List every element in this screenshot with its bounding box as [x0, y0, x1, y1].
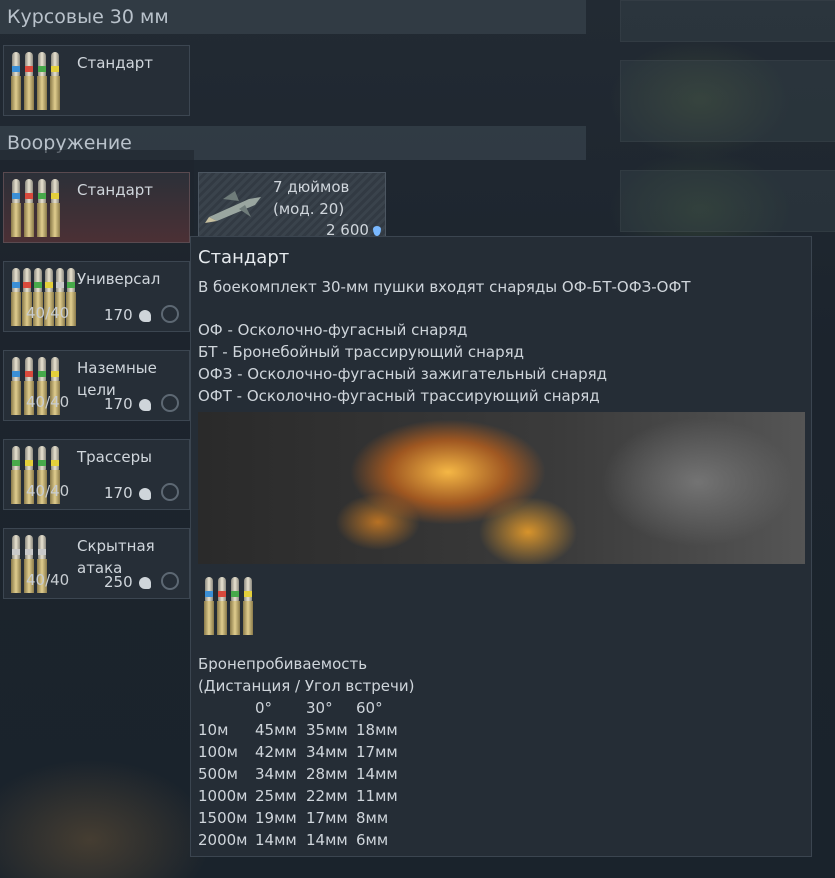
- rocket-name-line1: 7 дюймов: [273, 178, 350, 196]
- ammo-price: 170: [104, 395, 133, 413]
- penetration-value: 14мм: [356, 765, 398, 783]
- penetration-value: 22мм: [306, 787, 348, 805]
- armament-item[interactable]: Стандарт: [3, 172, 190, 243]
- ammo-price: 170: [104, 306, 133, 324]
- bullet-icon: [50, 52, 60, 110]
- penetration-value: 14мм: [255, 831, 297, 849]
- rocket-item[interactable]: 7 дюймов (мод. 20) 2 600: [198, 172, 386, 239]
- silver-lion-icon: [139, 577, 151, 589]
- penetration-angle-header: 60°: [356, 699, 383, 717]
- penetration-value: 35мм: [306, 721, 348, 739]
- penetration-title: Бронепробиваемость: [198, 655, 368, 673]
- tooltip-legend-line: ОФЗ - Осколочно-фугасный зажигательный с…: [198, 365, 608, 383]
- ammo-count: 40/40: [26, 304, 70, 322]
- penetration-value: 17мм: [356, 743, 398, 761]
- penetration-value: 18мм: [356, 721, 398, 739]
- bullet-belt-icon: [11, 52, 60, 110]
- background-card: [620, 60, 835, 142]
- bullet-icon: [11, 357, 21, 415]
- section-header-courses: Курсовые 30 мм: [0, 0, 586, 34]
- bullet-icon: [24, 179, 34, 237]
- select-radio[interactable]: [161, 483, 179, 501]
- ammo-price: 250: [104, 573, 133, 591]
- bullet-icon: [37, 52, 47, 110]
- bullet-icon: [11, 179, 21, 237]
- penetration-angle-header: 30°: [306, 699, 333, 717]
- bullet-icon: [11, 446, 21, 504]
- armament-item[interactable]: Трассеры 40/40 170: [3, 439, 190, 510]
- bullet-icon: [11, 535, 21, 593]
- penetration-angle-header: 0°: [255, 699, 273, 717]
- bullet-icon: [24, 52, 34, 110]
- penetration-value: 34мм: [306, 743, 348, 761]
- penetration-value: 25мм: [255, 787, 297, 805]
- select-radio[interactable]: [161, 394, 179, 412]
- ammo-count: 40/40: [26, 393, 70, 411]
- penetration-value: 14мм: [306, 831, 348, 849]
- penetration-subtitle: (Дистанция / Угол встречи): [198, 677, 415, 695]
- armament-item[interactable]: Универсал 40/40 170: [3, 261, 190, 332]
- tooltip-description: В боекомплект 30-мм пушки входят снаряды…: [198, 278, 691, 296]
- background-card: [620, 170, 835, 232]
- bullet-icon: [37, 179, 47, 237]
- ammo-count: 40/40: [26, 571, 70, 589]
- penetration-distance: 100м: [198, 743, 238, 761]
- penetration-value: 17мм: [306, 809, 348, 827]
- golden-eagle-icon: [373, 226, 381, 236]
- ammo-preview-image: [198, 412, 805, 564]
- penetration-distance: 10м: [198, 721, 229, 739]
- bullet-icon: [204, 577, 214, 635]
- penetration-value: 11мм: [356, 787, 398, 805]
- tooltip-title: Стандарт: [198, 247, 290, 268]
- ammo-tooltip: Стандарт В боекомплект 30-мм пушки входя…: [190, 236, 812, 857]
- item-name: Стандарт: [77, 54, 154, 72]
- tooltip-legend-line: БТ - Бронебойный трассирующий снаряд: [198, 343, 525, 361]
- penetration-distance: 500м: [198, 765, 238, 783]
- penetration-distance: 2000м: [198, 831, 248, 849]
- tooltip-legend-line: ОФ - Осколочно-фугасный снаряд: [198, 321, 468, 339]
- bullet-belt-icon: [11, 179, 60, 237]
- background-card: [620, 0, 835, 42]
- bullet-icon: [230, 577, 240, 635]
- bullet-belt-icon: [204, 577, 253, 639]
- penetration-distance: 1500м: [198, 809, 248, 827]
- armament-item[interactable]: Наземные цели 40/40 170: [3, 350, 190, 421]
- penetration-value: 42мм: [255, 743, 297, 761]
- bullet-icon: [243, 577, 253, 635]
- ammo-price: 170: [104, 484, 133, 502]
- item-name: Стандарт: [77, 181, 154, 199]
- select-radio[interactable]: [161, 572, 179, 590]
- course-item-standard[interactable]: Стандарт: [3, 45, 190, 116]
- penetration-value: 28мм: [306, 765, 348, 783]
- silver-lion-icon: [139, 399, 151, 411]
- item-name: Трассеры: [77, 448, 152, 466]
- penetration-value: 45мм: [255, 721, 297, 739]
- tooltip-legend-line: ОФТ - Осколочно-фугасный трассирующий сн…: [198, 387, 600, 405]
- rocket-icon: [205, 191, 261, 223]
- bullet-icon: [11, 52, 21, 110]
- silver-lion-icon: [139, 488, 151, 500]
- penetration-value: 19мм: [255, 809, 297, 827]
- penetration-value: 34мм: [255, 765, 297, 783]
- bullet-icon: [217, 577, 227, 635]
- penetration-value: 8мм: [356, 809, 389, 827]
- rocket-name-line2: (мод. 20): [273, 200, 345, 218]
- ammo-count: 40/40: [26, 482, 70, 500]
- item-name: Универсал: [77, 270, 161, 288]
- silver-lion-icon: [139, 310, 151, 322]
- bullet-icon: [11, 268, 21, 326]
- armament-item[interactable]: Скрытная атака 40/40 250: [3, 528, 190, 599]
- bullet-icon: [50, 179, 60, 237]
- penetration-value: 6мм: [356, 831, 389, 849]
- select-radio[interactable]: [161, 305, 179, 323]
- penetration-distance: 1000м: [198, 787, 248, 805]
